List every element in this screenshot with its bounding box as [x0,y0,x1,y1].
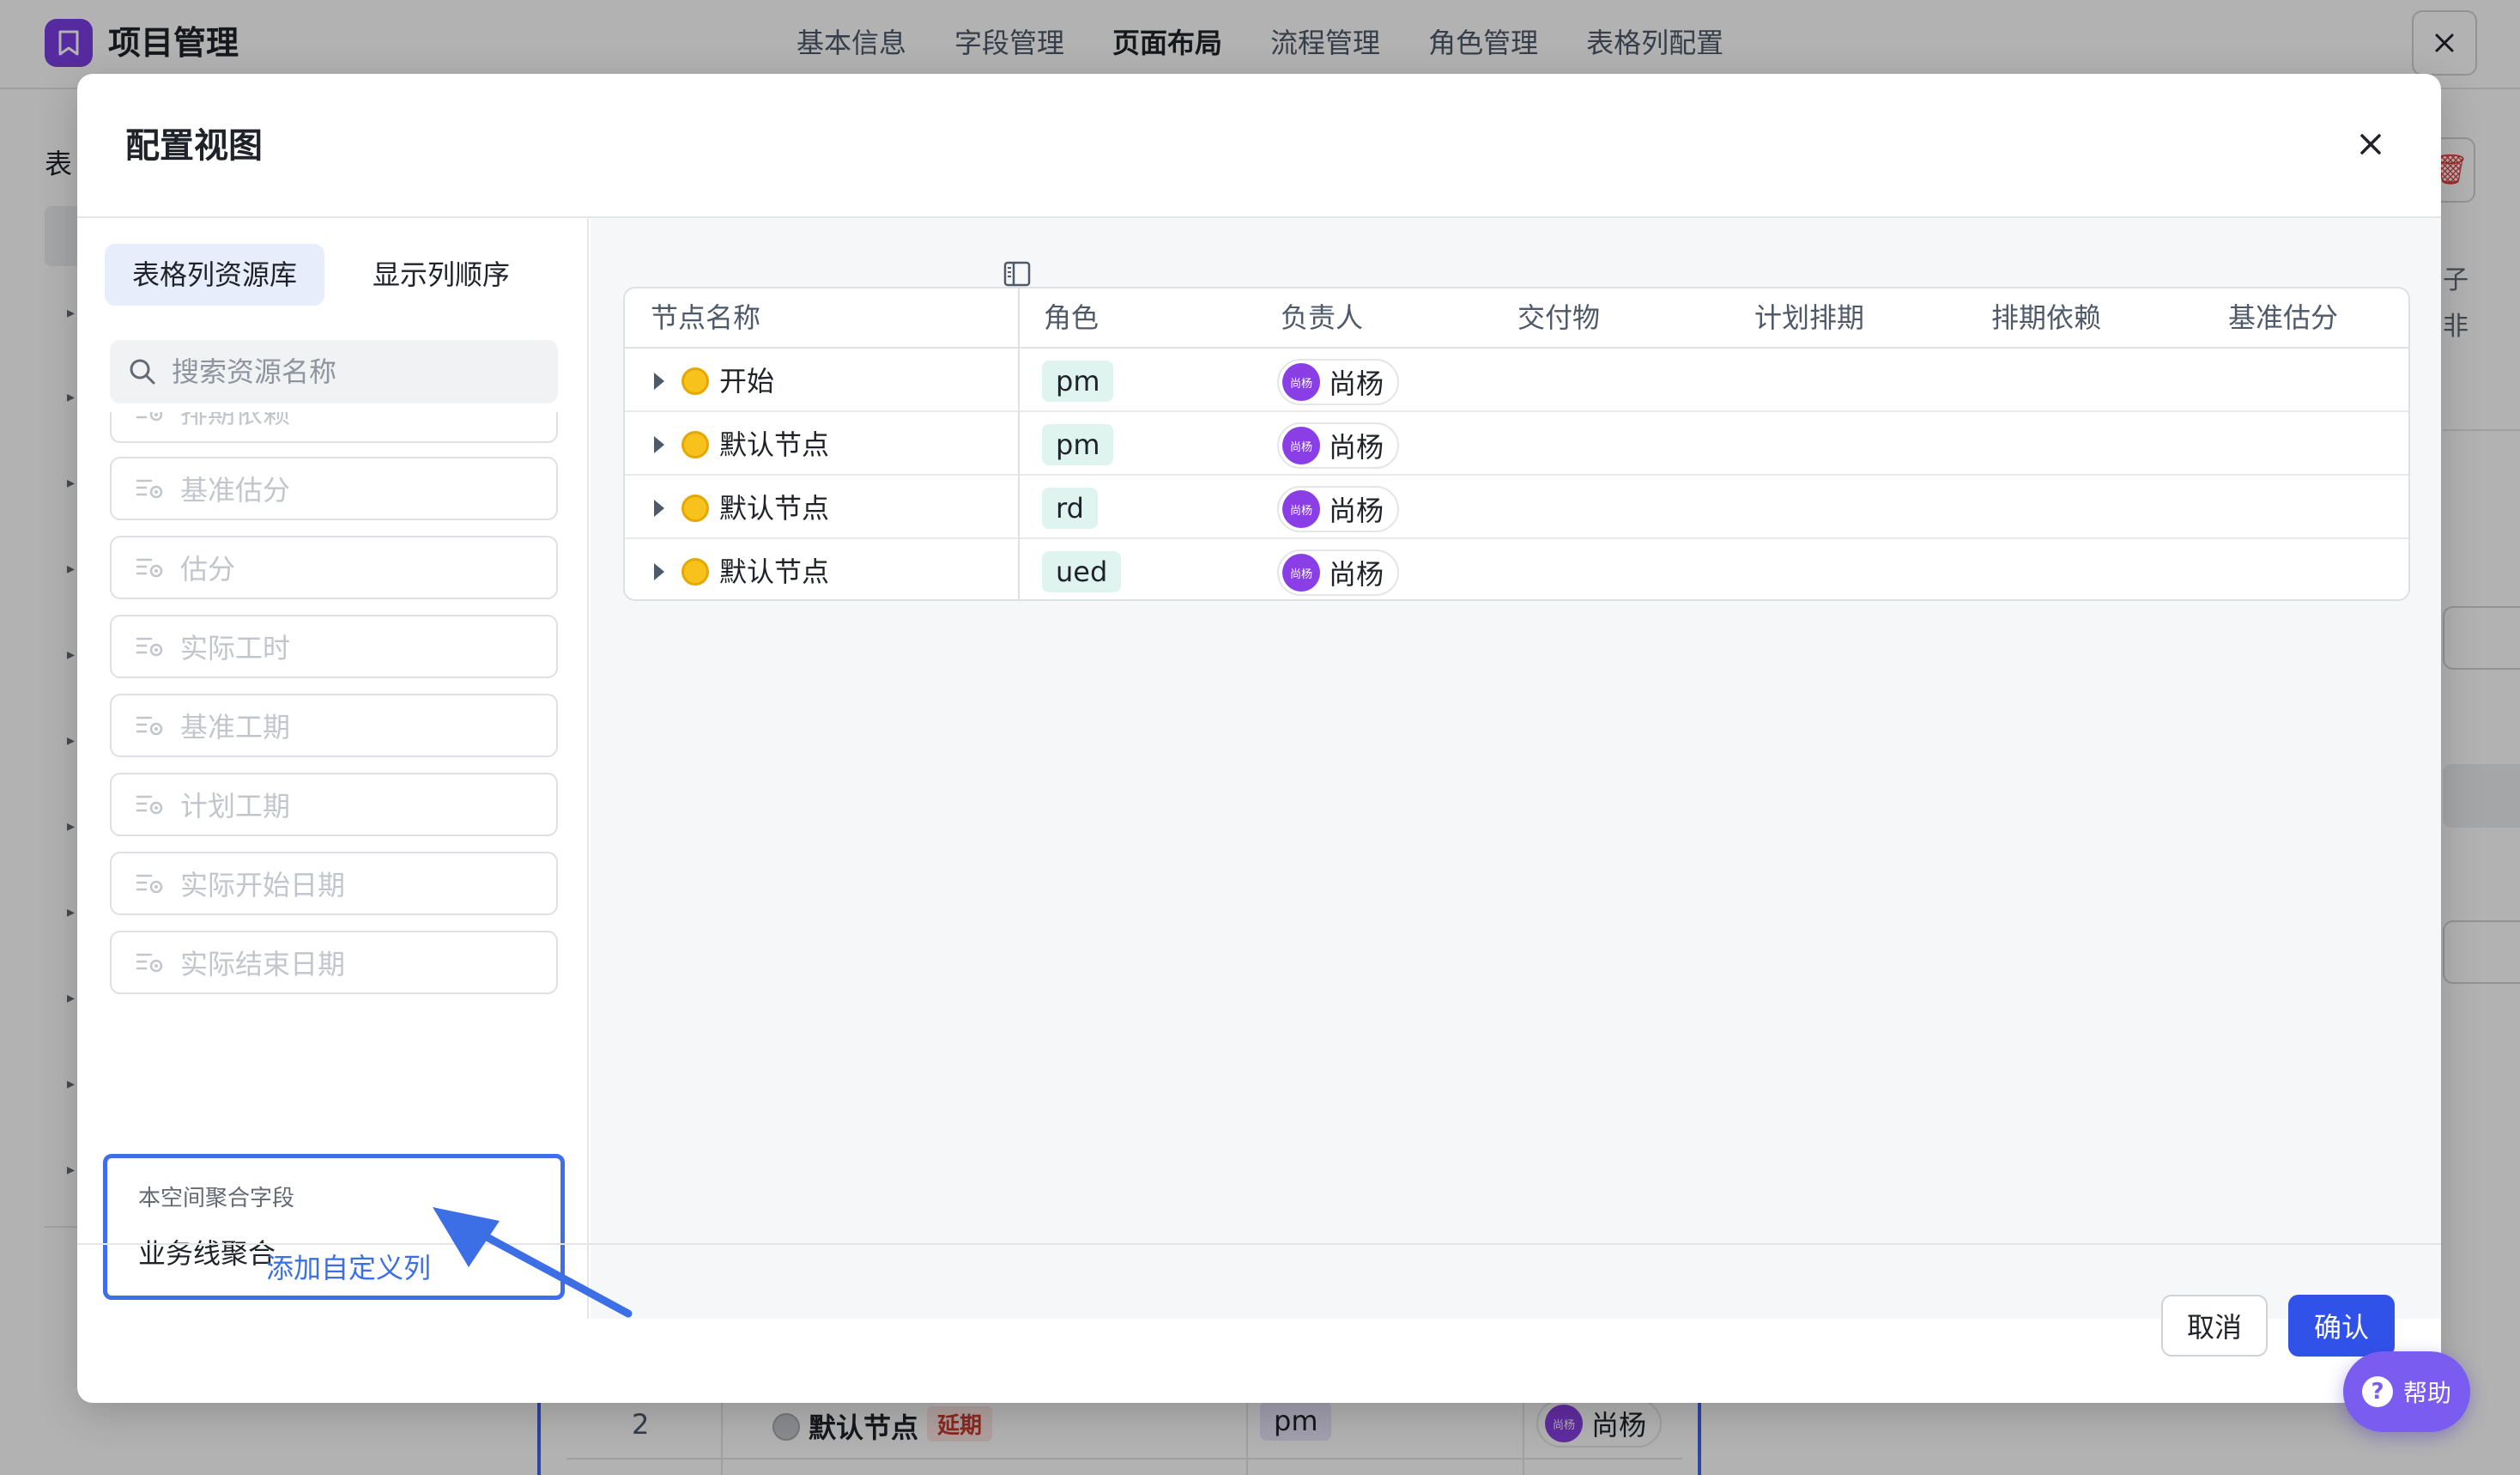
caret-right-icon[interactable] [654,373,664,390]
cancel-button[interactable]: 取消 [2161,1295,2268,1357]
field-settings-icon [136,953,163,973]
add-custom-column-link[interactable]: 添加自定义列 [266,1247,431,1286]
node-name: 默认节点 [719,428,830,461]
tab-column-library[interactable]: 表格列资源库 [105,244,325,306]
search-icon [130,359,155,385]
avatar: 尚杨 [1282,490,1320,528]
column-header: 负责人 [1281,301,1364,334]
role-tag: pm [1042,361,1114,402]
field-item[interactable]: 计划工期 [110,773,558,836]
role-tag: pm [1042,424,1114,465]
field-item[interactable]: 实际结束日期 [110,931,558,994]
field-settings-icon [136,412,163,422]
column-header: 角色 [1044,301,1099,334]
caret-right-icon[interactable] [654,563,664,580]
confirm-button[interactable]: 确认 [2288,1295,2395,1357]
table-row[interactable]: 默认节点 ued 尚杨 尚杨 [625,541,2408,599]
preview-panel: 节点名称 角色 负责人 交付物 计划排期 排期依赖 基准估分 开始 pm 尚杨 … [591,218,2441,1319]
close-icon [2360,134,2381,155]
tab-display-order[interactable]: 显示列顺序 [345,244,537,306]
field-label: 排期依赖 [180,412,291,429]
annotation-arrow-icon [433,1207,633,1318]
role-tag: ued [1042,551,1122,592]
field-label: 计划工期 [180,790,291,822]
help-icon: ? [2361,1376,2393,1407]
field-settings-icon [136,479,163,499]
preview-table: 节点名称 角色 负责人 交付物 计划排期 排期依赖 基准估分 开始 pm 尚杨 … [623,287,2410,601]
role-tag: rd [1042,488,1098,529]
field-label: 基准估分 [180,474,291,507]
dialog-title: 配置视图 [125,126,263,166]
field-item[interactable]: 实际开始日期 [110,852,558,915]
dialog-close-button[interactable] [2347,120,2395,168]
resource-search[interactable] [110,340,558,404]
aggregate-field-name: 业务线聚合 [138,1237,276,1270]
node-name: 默认节点 [719,492,830,525]
column-header: 计划排期 [1754,301,1865,334]
owner-name: 尚杨 [1329,495,1384,527]
caret-right-icon[interactable] [654,436,664,453]
field-label: 基准工期 [180,711,291,744]
node-name: 默认节点 [719,555,830,588]
status-dot [681,558,709,586]
field-settings-icon [136,874,163,894]
table-row[interactable]: 开始 pm 尚杨 尚杨 [625,350,2408,412]
table-row[interactable]: 默认节点 rd 尚杨 尚杨 [625,477,2408,539]
column-divider [1018,288,1020,599]
field-label: 实际开始日期 [180,869,346,901]
column-header: 节点名称 [651,301,761,334]
owner-chip[interactable]: 尚杨 尚杨 [1277,422,1400,469]
field-label: 实际结束日期 [180,948,346,980]
avatar: 尚杨 [1282,554,1320,592]
owner-chip[interactable]: 尚杨 尚杨 [1277,549,1400,596]
node-name: 开始 [719,365,775,398]
status-dot [681,367,709,395]
status-dot [681,431,709,458]
help-button[interactable]: ? 帮助 [2343,1351,2470,1432]
field-settings-icon [136,716,163,736]
caret-right-icon[interactable] [654,500,664,517]
owner-name: 尚杨 [1329,558,1384,591]
owner-chip[interactable]: 尚杨 尚杨 [1277,359,1400,405]
field-item[interactable]: 基准工期 [110,694,558,757]
field-settings-icon [136,558,163,578]
column-library-panel: 表格列资源库 显示列顺序 排期依赖 基准估分 估分 实际工时 [77,218,589,1319]
table-row[interactable]: 默认节点 pm 尚杨 尚杨 [625,414,2408,476]
field-settings-icon [136,795,163,815]
sidebar-toggle-icon[interactable] [1003,259,1032,288]
column-header: 交付物 [1517,301,1601,334]
owner-chip[interactable]: 尚杨 尚杨 [1277,486,1400,532]
status-dot [681,495,709,522]
avatar: 尚杨 [1282,427,1320,464]
field-item[interactable]: 基准估分 [110,457,558,520]
field-item[interactable]: 排期依赖 [110,412,558,443]
column-header: 排期依赖 [1991,301,2102,334]
field-settings-icon [136,637,163,657]
owner-name: 尚杨 [1329,367,1384,400]
owner-name: 尚杨 [1329,431,1384,464]
avatar: 尚杨 [1282,363,1320,401]
field-item[interactable]: 估分 [110,536,558,599]
field-list: 排期依赖 基准估分 估分 实际工时 基准工期 计划工期 实际开始日期 实际结束日… [110,412,558,1226]
field-item[interactable]: 实际工时 [110,615,558,678]
aggregate-caption: 本空间聚合字段 [138,1186,295,1211]
help-label: 帮助 [2402,1379,2451,1407]
field-label: 估分 [180,553,236,586]
search-input[interactable] [172,355,549,388]
field-label: 实际工时 [180,632,291,665]
table-header: 节点名称 角色 负责人 交付物 计划排期 排期依赖 基准估分 [625,288,2408,349]
column-header: 基准估分 [2228,301,2339,334]
